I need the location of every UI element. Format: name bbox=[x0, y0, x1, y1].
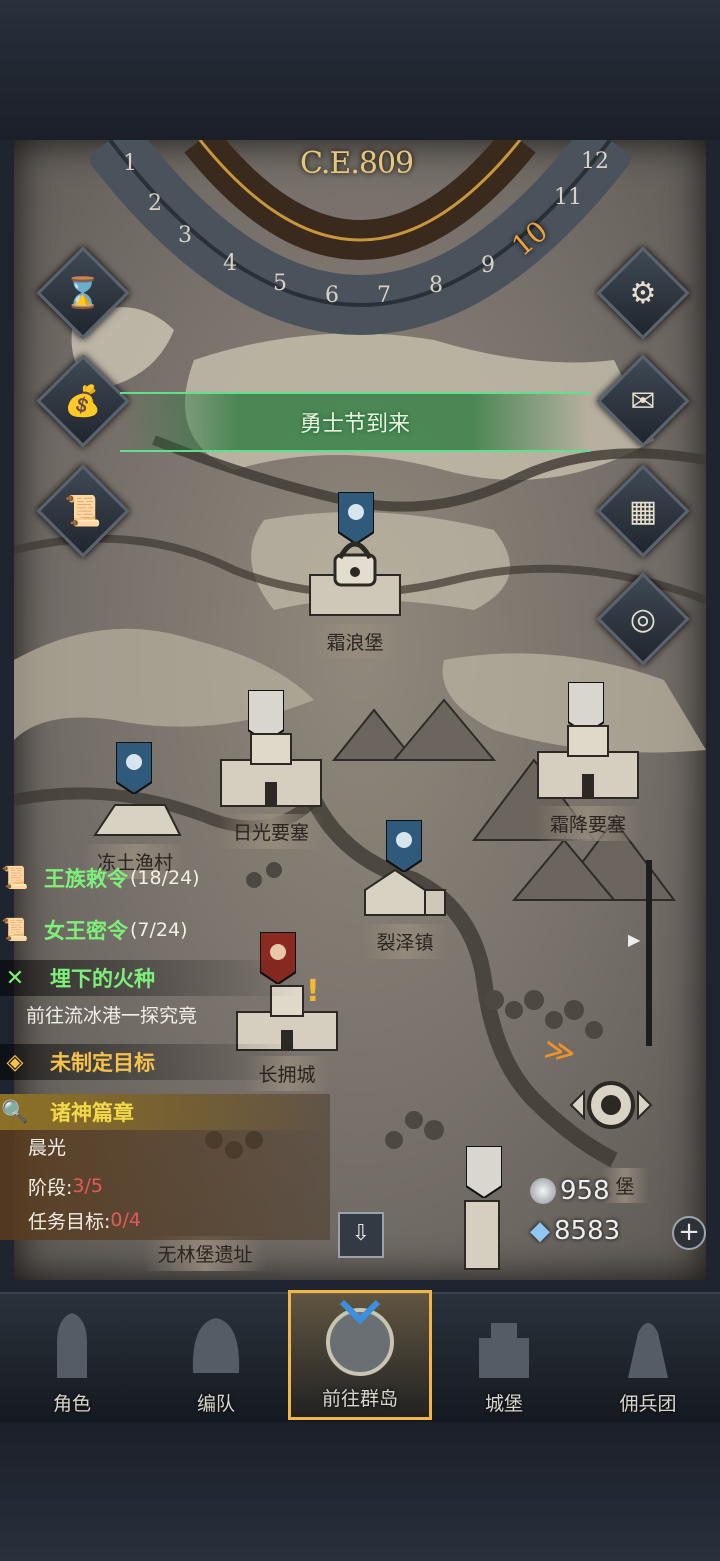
location-label: 无林堡遗址 bbox=[143, 1236, 267, 1271]
tab-label: 编队 bbox=[196, 1393, 235, 1415]
quest-buried-fire[interactable]: ✕ 埋下的火种 bbox=[0, 960, 300, 996]
tab-go-to-islands[interactable]: 前往群岛 bbox=[288, 1290, 432, 1420]
chapter-name: 晨光 bbox=[28, 1128, 66, 1164]
tower-icon bbox=[464, 1200, 500, 1270]
top-frame bbox=[0, 0, 720, 140]
silver-coin-icon bbox=[530, 1178, 556, 1204]
tab-character[interactable]: 角色 bbox=[0, 1294, 144, 1422]
quest-progress: (18/24) bbox=[130, 867, 200, 889]
hourglass-icon: ⌛ bbox=[64, 275, 102, 311]
scroll-icon: 📜 bbox=[1, 917, 29, 943]
castle-icon bbox=[537, 725, 639, 799]
drum-icon: ◎ bbox=[629, 601, 657, 637]
map-scroll-track[interactable] bbox=[646, 860, 652, 1046]
location-label: 裂泽镇 bbox=[362, 924, 448, 959]
quest-title: 王族敕令 bbox=[44, 867, 128, 891]
quest-title: 诸神篇章 bbox=[50, 1101, 134, 1125]
castle-icon bbox=[479, 1323, 529, 1378]
event-banner-text: 勇士节到来 bbox=[299, 412, 410, 437]
quest-description: 前往流冰港一探究竟 bbox=[26, 1004, 198, 1027]
location-label: 日光要塞 bbox=[218, 814, 323, 849]
orange-chevron-icon: ≫ bbox=[541, 1031, 579, 1072]
scroll-arrow-icon[interactable]: ▶ bbox=[628, 930, 640, 949]
svg-text:8: 8 bbox=[429, 273, 443, 298]
crystal-icon: ◆ bbox=[530, 1216, 550, 1246]
location-label: 霜浪堡 bbox=[312, 624, 398, 659]
chapter-stage: 阶段: 3/5 bbox=[28, 1168, 103, 1204]
quest-buried-fire-desc: 前往流冰港一探究竟 bbox=[26, 996, 197, 1032]
town-icon bbox=[364, 868, 446, 916]
quest-royal-decree[interactable]: 📜 王族敕令 (18/24) bbox=[0, 860, 200, 896]
svg-text:6: 6 bbox=[325, 283, 339, 308]
quest-queen-secret[interactable]: 📜 女王密令 (7/24) bbox=[0, 912, 188, 948]
player-marker[interactable] bbox=[566, 1070, 656, 1140]
crossed-swords-icon: ✕ bbox=[5, 965, 25, 991]
stage-label: 阶段: bbox=[28, 1176, 73, 1199]
location-ruins[interactable]: 无林堡遗址 bbox=[140, 1236, 270, 1271]
crystal-amount: 8583 bbox=[554, 1216, 621, 1246]
location-label: 霜降要塞 bbox=[535, 806, 640, 841]
blue-flag-icon bbox=[116, 742, 152, 794]
silver-amount: 958 bbox=[560, 1176, 610, 1206]
chapter-name-text: 晨光 bbox=[28, 1136, 67, 1159]
svg-text:2: 2 bbox=[148, 191, 162, 216]
quest-title: 未制定目标 bbox=[50, 1051, 155, 1075]
crosshair-icon bbox=[569, 1081, 653, 1129]
quest-title: 女王密令 bbox=[44, 919, 128, 943]
quest-progress: (7/24) bbox=[130, 919, 188, 941]
silver-resource: 958 bbox=[530, 1176, 610, 1206]
mercenary-icon bbox=[628, 1323, 668, 1378]
collapse-button[interactable]: ⇩ bbox=[338, 1212, 384, 1258]
knight-icon bbox=[57, 1313, 87, 1378]
quest-gods-chapter[interactable]: 🔍 诸神篇章 bbox=[0, 1094, 330, 1130]
location-frost-wave-fort[interactable]: 霜浪堡 bbox=[290, 530, 420, 659]
tab-label: 前往群岛 bbox=[321, 1388, 398, 1410]
chapter-goal: 任务目标: 0/4 bbox=[28, 1202, 141, 1238]
svg-text:4: 4 bbox=[223, 251, 237, 276]
svg-text:11: 11 bbox=[554, 185, 582, 210]
quest-no-goal[interactable]: ◈ 未制定目标 bbox=[0, 1044, 300, 1080]
location-sunlight-fortress[interactable]: 日光要塞 bbox=[196, 720, 346, 849]
stage-value: 3/5 bbox=[72, 1175, 103, 1197]
locked-castle-icon bbox=[309, 541, 401, 616]
svg-text:3: 3 bbox=[178, 223, 192, 248]
location-rift-town[interactable]: 裂泽镇 bbox=[340, 860, 470, 959]
svg-text:12: 12 bbox=[581, 149, 609, 174]
goal-value: 0/4 bbox=[110, 1209, 141, 1231]
svg-text:5: 5 bbox=[273, 271, 287, 296]
helmet-icon bbox=[192, 1318, 240, 1373]
goal-label: 任务目标: bbox=[28, 1210, 111, 1233]
location-frost-fortress[interactable]: 霜降要塞 bbox=[518, 712, 658, 841]
gear-icon: ⚙ bbox=[629, 275, 657, 311]
crystal-resource: ◆ 8583 bbox=[530, 1216, 620, 1246]
scroll-icon: 📜 bbox=[1, 865, 29, 891]
mail-icon: ✉ bbox=[630, 383, 656, 419]
bottom-frame bbox=[0, 1420, 720, 1561]
magnifier-icon: 🔍 bbox=[1, 1099, 29, 1125]
bottom-tab-bar: 角色 编队 前往群岛 城堡 佣兵团 bbox=[0, 1290, 720, 1422]
village-icon bbox=[93, 804, 182, 836]
white-flag-icon bbox=[466, 1146, 502, 1198]
svg-text:7: 7 bbox=[377, 283, 391, 308]
tab-formation[interactable]: 编队 bbox=[144, 1294, 288, 1422]
money-bag-icon: 💰 bbox=[64, 383, 102, 419]
tab-label: 佣兵团 bbox=[619, 1393, 677, 1415]
event-banner[interactable]: 勇士节到来 bbox=[120, 392, 590, 452]
tab-castle[interactable]: 城堡 bbox=[432, 1294, 576, 1422]
castle-icon bbox=[220, 733, 322, 807]
compass-icon bbox=[326, 1299, 394, 1376]
gods-chapter-panel[interactable]: 🔍 诸神篇章 晨光 阶段: 3/5 任务目标: 0/4 bbox=[0, 1094, 330, 1240]
scroll-icon: 📜 bbox=[64, 493, 102, 529]
tab-mercenary[interactable]: 佣兵团 bbox=[576, 1294, 720, 1422]
quest-title: 埋下的火种 bbox=[50, 967, 155, 991]
add-resource-button[interactable]: + bbox=[672, 1216, 706, 1250]
svg-text:1: 1 bbox=[123, 151, 137, 176]
tab-label: 角色 bbox=[52, 1393, 91, 1415]
tab-label: 城堡 bbox=[484, 1393, 523, 1415]
svg-text:9: 9 bbox=[481, 253, 495, 278]
era-year: C.E.809 bbox=[300, 146, 414, 181]
board-icon: ▦ bbox=[628, 493, 658, 529]
target-icon: ◈ bbox=[6, 1049, 24, 1075]
